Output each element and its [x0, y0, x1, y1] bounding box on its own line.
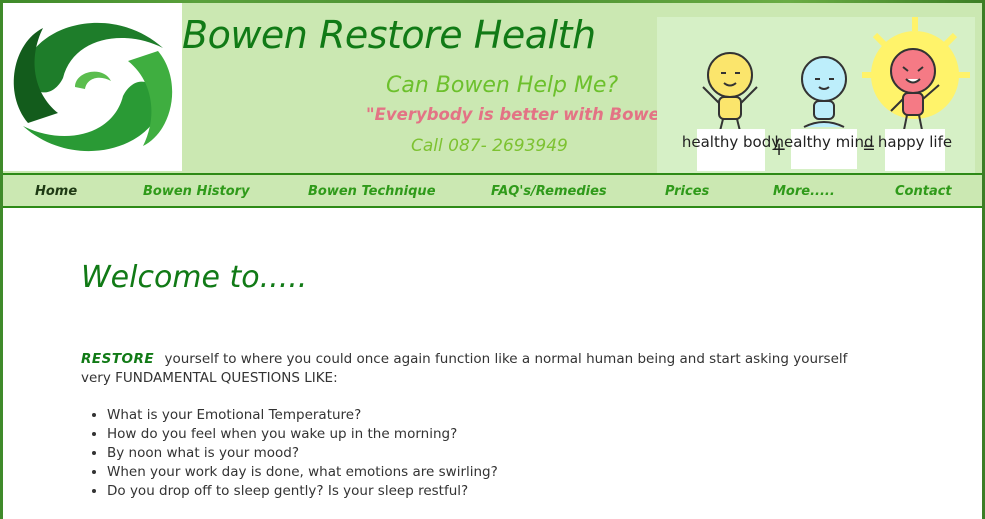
logo[interactable] — [3, 3, 182, 171]
list-item: When your work day is done, what emotion… — [107, 463, 498, 482]
welcome-heading: Welcome to..... — [81, 260, 308, 295]
list-item: Do you drop off to sleep gently? Is your… — [107, 482, 498, 501]
happy-figures-icon: healthy body + healthy mind = happy life — [682, 17, 970, 171]
list-item: How do you feel when you wake up in the … — [107, 425, 498, 444]
label-equals: = — [862, 138, 875, 157]
motto: "Everybody is better with Bowen" — [366, 105, 681, 124]
phone-number[interactable]: Call 087- 2693949 — [411, 136, 568, 156]
site-title: Bowen Restore Health — [182, 13, 596, 57]
questions-list: What is your Emotional Temperature? How … — [81, 406, 498, 501]
site-header: Bowen Restore Health Can Bowen Help Me? … — [3, 3, 982, 173]
intro-paragraph: RESTORE yourself to where you could once… — [81, 350, 881, 388]
list-item: By noon what is your mood? — [107, 444, 498, 463]
nav-prices[interactable]: Prices — [665, 184, 709, 199]
nav-home[interactable]: Home — [35, 184, 77, 199]
swirl-logo-icon — [11, 5, 175, 169]
nav-bowen-history[interactable]: Bowen History — [143, 184, 250, 199]
nav-contact[interactable]: Contact — [895, 184, 952, 199]
label-healthy-mind: healthy mind — [775, 133, 874, 151]
restore-word: RESTORE — [81, 351, 155, 367]
help-question[interactable]: Can Bowen Help Me? — [386, 73, 618, 98]
main-nav: Home Bowen History Bowen Technique FAQ's… — [3, 173, 982, 208]
list-item: What is your Emotional Temperature? — [107, 406, 498, 425]
page-frame: Bowen Restore Health Can Bowen Help Me? … — [3, 3, 982, 519]
intro-text: yourself to where you could once again f… — [81, 351, 848, 386]
label-happy-life: happy life — [878, 133, 952, 151]
nav-bowen-technique[interactable]: Bowen Technique — [308, 184, 436, 199]
nav-faqs-remedies[interactable]: FAQ's/Remedies — [491, 184, 607, 199]
healthy-body-mind-illustration: healthy body + healthy mind = happy life — [657, 17, 975, 173]
nav-more[interactable]: More..... — [773, 184, 835, 199]
label-healthy: healthy body — [682, 133, 780, 151]
